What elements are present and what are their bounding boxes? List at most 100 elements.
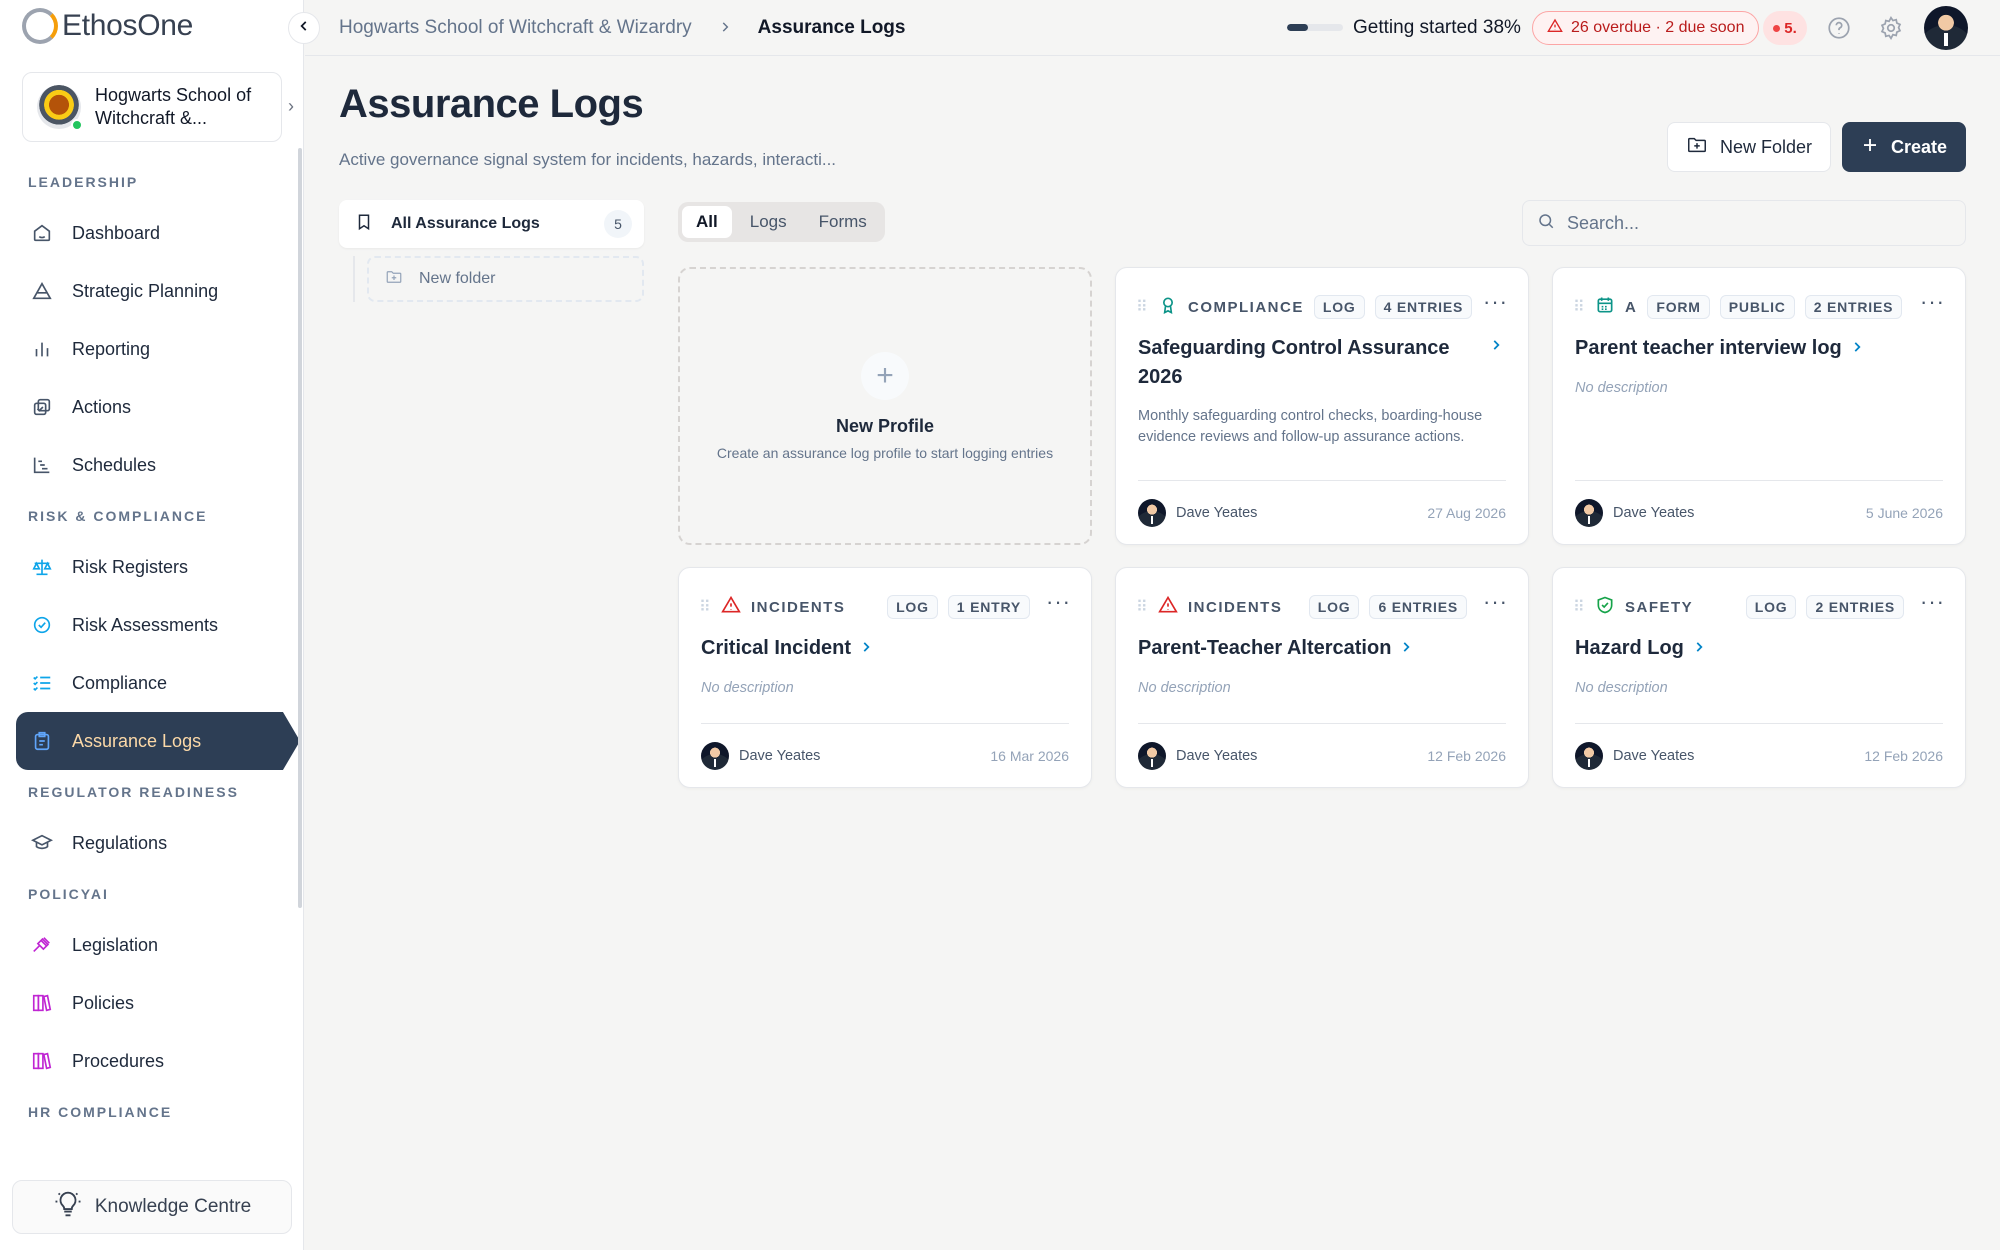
card-description: No description xyxy=(1138,680,1231,696)
sidebar-item-regulations[interactable]: Regulations xyxy=(16,814,288,872)
sidebar-item-policies[interactable]: Policies xyxy=(16,974,288,1032)
shield-check-icon xyxy=(1595,595,1615,620)
new-profile-card[interactable]: + New Profile Create an assurance log pr… xyxy=(678,267,1092,545)
topbar: Hogwarts School of Witchcraft & Wizardry… xyxy=(305,0,2000,56)
card-title[interactable]: Critical Incident xyxy=(701,634,1061,664)
card-description: No description xyxy=(1575,680,1668,696)
tab-logs[interactable]: Logs xyxy=(736,206,801,238)
gear-icon[interactable] xyxy=(1877,14,1905,42)
new-folder-dropzone[interactable]: New folder xyxy=(367,256,644,302)
card-title[interactable]: Parent-Teacher Altercation xyxy=(1138,634,1498,664)
drag-handle-icon[interactable]: ⠿ xyxy=(1136,597,1148,617)
logo-mark-icon xyxy=(22,8,58,44)
card-type-badge: FORM xyxy=(1647,295,1710,319)
new-folder-label: New Folder xyxy=(1719,136,1813,157)
folder-all-assurance-logs[interactable]: All Assurance Logs 5 xyxy=(339,200,644,248)
scale-icon xyxy=(30,555,54,579)
log-card[interactable]: ⠿ COMPLIANCE LOG 4 ENTRIES ··· Safeguard… xyxy=(1115,267,1529,545)
folder-all-label: All Assurance Logs xyxy=(391,215,540,232)
search-box[interactable] xyxy=(1522,200,1966,246)
org-switcher[interactable]: Hogwarts School of Witchcraft &... xyxy=(22,72,282,142)
getting-started-label[interactable]: Getting started 38% xyxy=(1353,0,1521,56)
sidebar-item-procedures[interactable]: Procedures xyxy=(16,1032,288,1090)
chevron-right-icon[interactable]: › xyxy=(288,96,294,117)
sidebar-item-label: Policies xyxy=(72,992,135,1013)
sidebar-scrollbar[interactable] xyxy=(298,148,302,908)
sidebar-item-label: Compliance xyxy=(72,672,168,693)
sidebar-item-compliance[interactable]: Compliance xyxy=(16,654,288,712)
sidebar-item-schedules[interactable]: Schedules xyxy=(16,436,288,494)
getting-started-progress-bar[interactable] xyxy=(1287,24,1343,31)
drag-handle-icon[interactable]: ⠿ xyxy=(699,597,711,617)
overdue-badge[interactable]: 26 overdue · 2 due soon xyxy=(1532,11,1760,45)
card-footer: Dave Yeates 27 Aug 2026 xyxy=(1138,480,1506,544)
create-button[interactable]: Create xyxy=(1842,122,1966,172)
books-icon xyxy=(30,1049,54,1073)
chevron-right-icon[interactable] xyxy=(1489,338,1503,357)
sidebar-item-actions[interactable]: Actions xyxy=(16,378,288,436)
nav-section-title: LEADERSHIP xyxy=(28,174,139,190)
search-input[interactable] xyxy=(1567,212,1947,234)
card-title[interactable]: Hazard Log xyxy=(1575,634,1935,664)
actions-icon xyxy=(30,395,54,419)
tab-all[interactable]: All xyxy=(682,206,732,238)
card-title[interactable]: Safeguarding Control Assurance 2026 xyxy=(1138,334,1478,392)
user-avatar[interactable] xyxy=(1924,6,1968,50)
sidebar-item-legislation[interactable]: Legislation xyxy=(16,916,288,974)
progress-fill xyxy=(1287,24,1309,31)
card-date: 16 Mar 2026 xyxy=(990,747,1069,764)
knowledge-centre-button[interactable]: Knowledge Centre xyxy=(12,1180,292,1234)
log-card[interactable]: ⠿ INCIDENTS LOG 1 ENTRY ··· Critical Inc… xyxy=(678,567,1092,788)
card-type-badge: LOG xyxy=(887,595,938,619)
drag-handle-icon[interactable]: ⠿ xyxy=(1136,297,1148,317)
breadcrumb: Hogwarts School of Witchcraft & Wizardry… xyxy=(339,0,905,56)
log-card[interactable]: ⠿ A FORM PUBLIC 2 ENTRIES ··· Parent tea… xyxy=(1552,267,1966,545)
sidebar-item-strategic-planning[interactable]: Strategic Planning xyxy=(16,262,288,320)
drag-handle-icon[interactable]: ⠿ xyxy=(1573,297,1585,317)
more-options-icon[interactable]: ··· xyxy=(1920,591,1945,617)
sidebar-item-reporting[interactable]: Reporting xyxy=(16,320,288,378)
card-category: SAFETY xyxy=(1625,598,1694,616)
books-icon xyxy=(30,991,54,1015)
warning-icon xyxy=(1158,595,1178,620)
card-entries-badge: 4 ENTRIES xyxy=(1374,295,1473,319)
card-entries-badge: 1 ENTRY xyxy=(947,595,1031,619)
sidebar-item-risk-registers[interactable]: Risk Registers xyxy=(16,538,288,596)
online-status-dot xyxy=(71,119,83,131)
card-header: ⠿ INCIDENTS LOG 6 ENTRIES ··· xyxy=(1136,591,1508,620)
notification-count: 5. xyxy=(1784,19,1797,37)
new-folder-button[interactable]: New Folder xyxy=(1667,122,1831,172)
sidebar-item-label: Assurance Logs xyxy=(72,730,202,751)
page-subtitle: Active governance signal system for inci… xyxy=(339,150,837,169)
bar-chart-icon xyxy=(30,337,54,361)
help-icon[interactable] xyxy=(1825,14,1853,42)
lightbulb-icon xyxy=(53,1189,83,1225)
org-crest-icon xyxy=(37,85,83,131)
more-options-icon[interactable]: ··· xyxy=(1483,591,1508,617)
more-options-icon[interactable]: ··· xyxy=(1483,291,1508,317)
log-card[interactable]: ⠿ SAFETY LOG 2 ENTRIES ··· Hazard Log No… xyxy=(1552,567,1966,788)
card-title[interactable]: Parent teacher interview log xyxy=(1575,334,1935,364)
drag-handle-icon[interactable]: ⠿ xyxy=(1573,597,1585,617)
tab-forms[interactable]: Forms xyxy=(805,206,881,238)
more-options-icon[interactable]: ··· xyxy=(1046,591,1071,617)
sidebar-item-dashboard[interactable]: Dashboard xyxy=(16,204,288,262)
breadcrumb-org[interactable]: Hogwarts School of Witchcraft & Wizardry xyxy=(339,17,692,39)
sidebar-item-risk-assessments[interactable]: Risk Assessments xyxy=(16,596,288,654)
sidebar-item-assurance-logs[interactable]: Assurance Logs xyxy=(16,712,300,770)
more-options-icon[interactable]: ··· xyxy=(1920,291,1945,317)
search-icon xyxy=(1537,212,1555,235)
nav-section-title: RISK & COMPLIANCE xyxy=(28,508,208,524)
app-logo[interactable]: EthosOne xyxy=(22,6,193,46)
plus-icon: + xyxy=(861,351,909,400)
create-label: Create xyxy=(1890,136,1948,157)
card-author: Dave Yeates xyxy=(1176,747,1258,764)
card-footer: Dave Yeates 16 Mar 2026 xyxy=(701,723,1069,787)
sidebar-item-label: Actions xyxy=(72,396,132,417)
notification-badge[interactable]: 5. xyxy=(1763,11,1807,45)
collapse-sidebar-button[interactable] xyxy=(288,12,320,44)
log-card[interactable]: ⠿ INCIDENTS LOG 6 ENTRIES ··· Parent-Tea… xyxy=(1115,567,1529,788)
card-header: ⠿ SAFETY LOG 2 ENTRIES ··· xyxy=(1573,591,1945,620)
schedule-chart-icon xyxy=(30,453,54,477)
chevron-right-icon xyxy=(1692,641,1706,658)
